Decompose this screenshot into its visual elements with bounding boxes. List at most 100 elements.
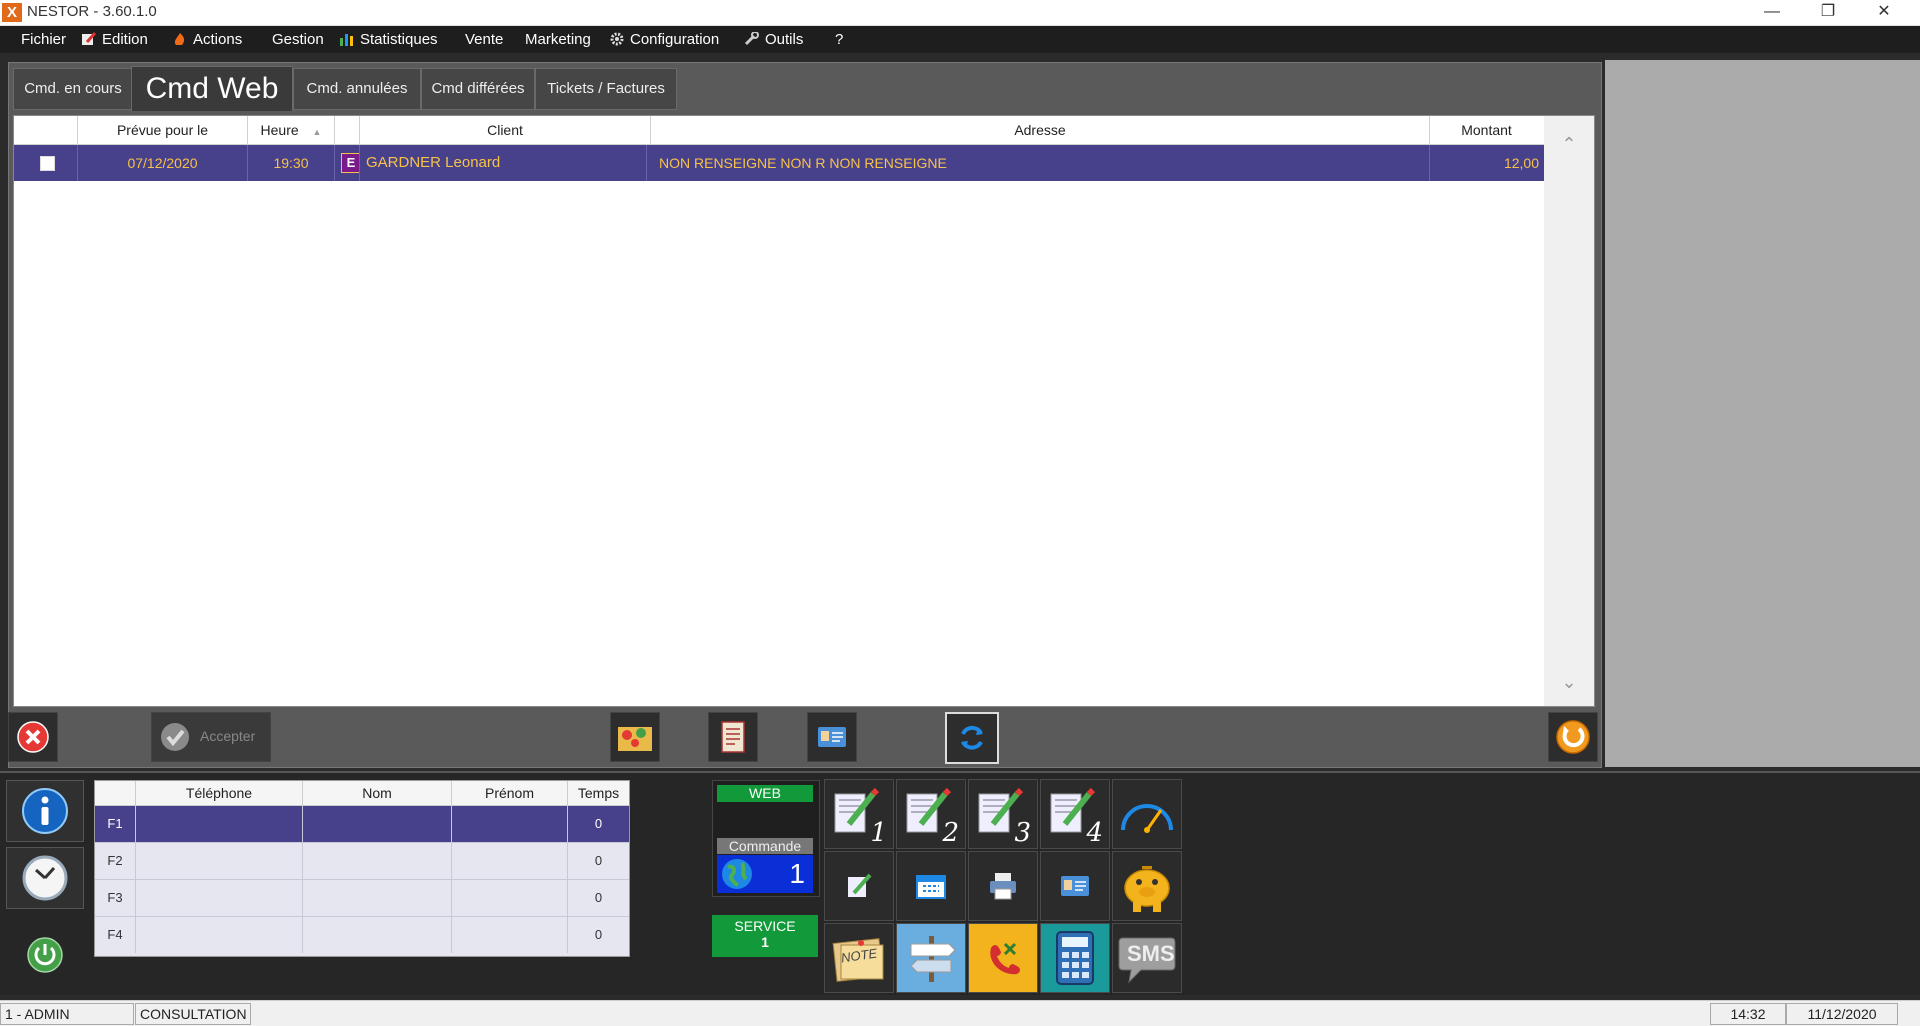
- ticket-button[interactable]: [708, 712, 758, 762]
- call-time: 0: [594, 890, 603, 905]
- new-order-1-button[interactable]: 1: [824, 779, 894, 849]
- calculator-icon: [1056, 931, 1094, 985]
- menu-label: Fichier: [21, 31, 67, 48]
- call-firstname: [452, 880, 568, 916]
- sms-button[interactable]: SMS: [1112, 923, 1182, 993]
- refresh-icon: [961, 725, 983, 750]
- power-icon: [27, 937, 63, 973]
- menu-label: Edition: [102, 31, 148, 48]
- call-queue-header: Téléphone Nom Prénom Temps: [95, 781, 629, 806]
- menu-vente[interactable]: Vente: [465, 26, 503, 53]
- tab-tickets-factures[interactable]: Tickets / Factures: [535, 68, 677, 110]
- call-phone: [136, 880, 303, 916]
- call-row[interactable]: F1 0: [95, 806, 629, 843]
- call-row[interactable]: F4 0: [95, 917, 629, 953]
- col-adresse[interactable]: Adresse: [651, 116, 1430, 144]
- id-card-icon: [1061, 876, 1089, 896]
- menu-help[interactable]: ?: [835, 26, 843, 53]
- info-button[interactable]: [6, 780, 84, 842]
- new-order-3-button[interactable]: 3: [968, 779, 1038, 849]
- status-bar: 1 - ADMIN CONSULTATION 14:32 11/12/2020: [0, 1000, 1920, 1026]
- col-select[interactable]: [14, 116, 78, 144]
- menu-label: Vente: [465, 31, 504, 48]
- app-logo-icon: X: [2, 3, 22, 22]
- fire-icon: [172, 28, 188, 45]
- dashboard-button[interactable]: [1112, 779, 1182, 849]
- power-button[interactable]: [6, 930, 82, 982]
- menu-label: Actions: [193, 31, 243, 48]
- close-window-icon[interactable]: ✕: [1856, 0, 1912, 25]
- row-amount: 12,00: [1503, 155, 1539, 171]
- edit-order-button[interactable]: [824, 851, 894, 921]
- cash-button[interactable]: [1112, 851, 1182, 921]
- call-firstname: [452, 917, 568, 953]
- menu-label: Outils: [765, 31, 804, 48]
- minimize-icon[interactable]: —: [1744, 0, 1800, 25]
- col-nom: Nom: [303, 781, 452, 805]
- id-card-icon: [818, 727, 846, 747]
- col-client[interactable]: Client: [360, 116, 651, 144]
- call-time: 0: [594, 853, 603, 868]
- order-slot-number: 1: [870, 818, 887, 848]
- directions-button[interactable]: [896, 923, 966, 993]
- row-select-cell[interactable]: [14, 145, 78, 181]
- service-indicator[interactable]: SERVICE 1: [712, 915, 818, 957]
- accept-button[interactable]: Accepter: [151, 712, 271, 762]
- row-checkbox[interactable]: [40, 156, 55, 171]
- call-name: [303, 917, 452, 953]
- col-montant[interactable]: Montant: [1430, 116, 1543, 144]
- map-icon: [618, 727, 652, 751]
- exit-button[interactable]: [1548, 712, 1598, 762]
- menu-marketing[interactable]: Marketing: [525, 26, 591, 53]
- customer-card-quick-button[interactable]: [1040, 851, 1110, 921]
- delivery-map-button[interactable]: [610, 712, 660, 762]
- missed-call-button[interactable]: [968, 923, 1038, 993]
- phone-missed-call-icon: [990, 942, 1020, 975]
- col-type[interactable]: [335, 116, 360, 144]
- menu-statistiques[interactable]: Statistiques: [339, 26, 438, 53]
- clock-button[interactable]: [6, 847, 84, 909]
- menu-actions[interactable]: Actions: [172, 26, 242, 53]
- sms-label: SMS: [1127, 941, 1175, 966]
- menu-gestion[interactable]: Gestion: [272, 26, 324, 53]
- note-button[interactable]: NOTE: [824, 923, 894, 993]
- order-slot-number: 3: [1014, 818, 1031, 848]
- call-name: [303, 880, 452, 916]
- tab-cmd-annulees[interactable]: Cmd. annulées: [293, 68, 421, 110]
- signpost-icon: [910, 936, 956, 982]
- cancel-order-button[interactable]: [8, 712, 58, 762]
- call-row[interactable]: F3 0: [95, 880, 629, 917]
- service-label: SERVICE: [734, 918, 796, 934]
- call-phone: [136, 806, 303, 842]
- menu-label: Statistiques: [360, 31, 438, 48]
- print-button[interactable]: [968, 851, 1038, 921]
- call-time: 0: [594, 927, 603, 942]
- call-key: F1: [95, 806, 136, 842]
- restore-icon[interactable]: ❐: [1800, 0, 1856, 25]
- menu-outils[interactable]: Outils: [744, 26, 803, 53]
- new-order-2-button[interactable]: 2: [896, 779, 966, 849]
- col-prevue[interactable]: Prévue pour le: [78, 116, 248, 144]
- refresh-button[interactable]: [945, 712, 999, 764]
- menu-fichier[interactable]: Fichier: [21, 26, 66, 53]
- order-type-badge: E: [341, 153, 359, 173]
- order-slot-number: 2: [942, 818, 959, 848]
- row-date: 07/12/2020: [78, 145, 248, 181]
- tab-cmd-differees[interactable]: Cmd différées: [421, 68, 535, 110]
- menu-label: Marketing: [525, 31, 591, 48]
- customer-card-button[interactable]: [807, 712, 857, 762]
- call-row[interactable]: F2 0: [95, 843, 629, 880]
- calendar-button[interactable]: [896, 851, 966, 921]
- scroll-up-icon[interactable]: ⌃: [1559, 134, 1579, 154]
- vertical-scrollbar[interactable]: ⌃ ⌄: [1544, 116, 1594, 706]
- tab-cmd-en-cours[interactable]: Cmd. en cours: [13, 68, 133, 110]
- menu-edition[interactable]: Edition: [81, 26, 148, 53]
- tab-cmd-web[interactable]: Cmd Web: [131, 66, 293, 111]
- scroll-down-icon[interactable]: ⌄: [1559, 672, 1579, 692]
- table-row[interactable]: 07/12/2020 19:30 E GARDNER Leonard NON R…: [14, 145, 1544, 181]
- col-heure[interactable]: Heure ▲: [248, 116, 335, 144]
- new-order-4-button[interactable]: 4: [1040, 779, 1110, 849]
- calculator-button[interactable]: [1040, 923, 1110, 993]
- web-orders-indicator[interactable]: WEB Commande 1: [712, 780, 820, 897]
- menu-configuration[interactable]: Configuration: [609, 26, 719, 53]
